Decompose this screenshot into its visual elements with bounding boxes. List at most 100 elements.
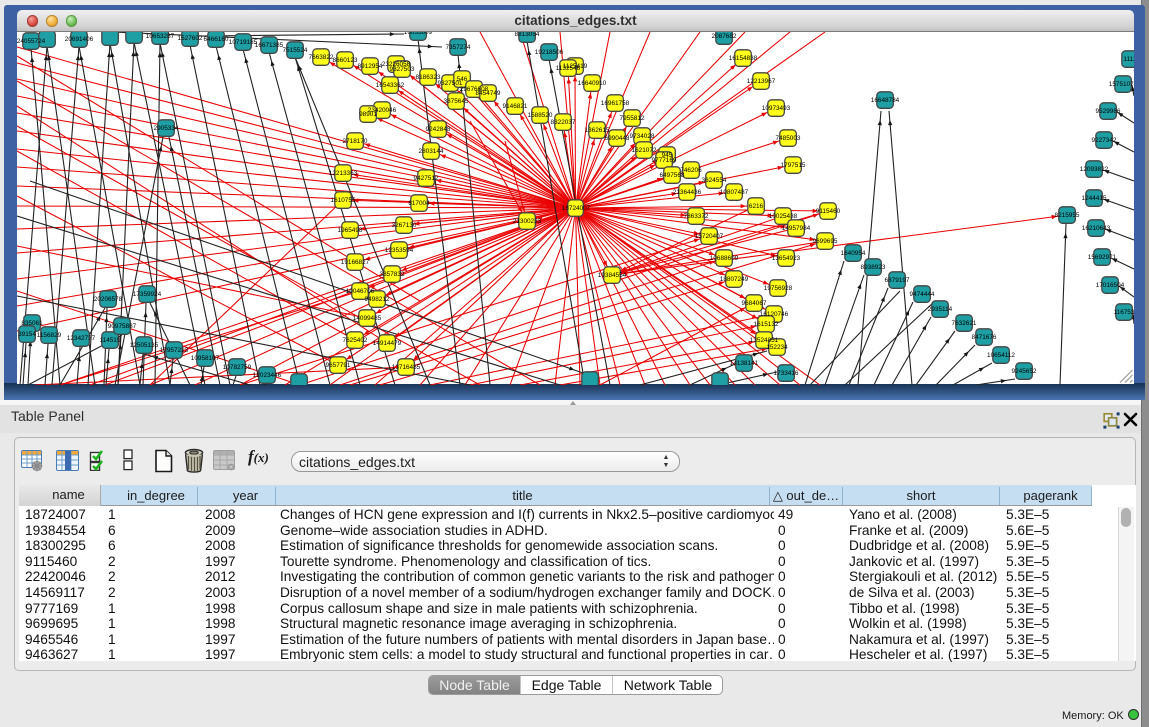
svg-text:9427512: 9427512 xyxy=(414,175,439,182)
svg-text:8471676: 8471676 xyxy=(972,334,997,341)
svg-text:16640910: 16640910 xyxy=(578,80,607,87)
svg-text:19218506: 19218506 xyxy=(535,49,564,56)
svg-text:10782759: 10782759 xyxy=(223,364,252,371)
svg-text:16120746: 16120746 xyxy=(760,311,789,318)
svg-text:12213363: 12213363 xyxy=(329,170,358,177)
svg-text:7515524: 7515524 xyxy=(283,47,308,54)
svg-text:1615132: 1615132 xyxy=(754,321,779,328)
svg-text:3624554: 3624554 xyxy=(702,177,727,184)
svg-text:1640954: 1640954 xyxy=(841,250,866,257)
svg-text:10654112: 10654112 xyxy=(987,352,1015,359)
svg-text:18724007: 18724007 xyxy=(562,205,591,212)
svg-text:8912954: 8912954 xyxy=(358,63,383,70)
svg-text:1610755: 1610755 xyxy=(331,197,356,204)
svg-text:16033809: 16033809 xyxy=(404,32,433,36)
svg-text:19384554: 19384554 xyxy=(598,272,627,279)
svg-text:9242848: 9242848 xyxy=(426,126,451,133)
svg-text:14957984: 14957984 xyxy=(782,225,811,232)
svg-text:13654923: 13654923 xyxy=(772,255,801,262)
svg-text:9777169: 9777169 xyxy=(652,157,677,164)
svg-text:12505135: 12505135 xyxy=(130,342,159,349)
svg-text:8660123: 8660123 xyxy=(333,57,358,64)
svg-text:1362615: 1362615 xyxy=(585,127,610,134)
svg-text:24055724: 24055724 xyxy=(17,38,46,45)
svg-text:7632621: 7632621 xyxy=(952,320,977,327)
svg-text:9474444: 9474444 xyxy=(910,291,935,298)
svg-text:7485003: 7485003 xyxy=(776,135,801,142)
svg-text:13716485: 13716485 xyxy=(392,364,421,371)
svg-text:90975887: 90975887 xyxy=(108,323,137,330)
svg-text:10973493: 10973493 xyxy=(762,105,791,112)
svg-text:546: 546 xyxy=(457,76,468,83)
svg-text:1965498: 1965498 xyxy=(338,227,363,234)
svg-text:9146821: 9146821 xyxy=(503,103,528,110)
svg-text:12353594: 12353594 xyxy=(385,247,414,254)
svg-text:8454749: 8454749 xyxy=(476,90,501,97)
svg-text:14914479: 14914479 xyxy=(373,340,402,347)
svg-text:2803144: 2803144 xyxy=(419,148,444,155)
svg-text:10958107: 10958107 xyxy=(191,355,220,362)
svg-text:6990448: 6990448 xyxy=(605,135,630,142)
svg-text:3875645: 3875645 xyxy=(444,98,469,105)
svg-text:17359924: 17359924 xyxy=(133,291,162,298)
svg-text:21364436: 21364436 xyxy=(673,189,702,196)
svg-text:1797515: 1797515 xyxy=(781,162,806,169)
svg-text:12213967: 12213967 xyxy=(747,78,776,85)
svg-text:746206: 746206 xyxy=(680,167,702,174)
svg-text:1112: 1112 xyxy=(1123,56,1134,63)
svg-text:16671385: 16671385 xyxy=(255,42,284,49)
svg-text:14138141: 14138141 xyxy=(730,360,759,367)
svg-text:8215955: 8215955 xyxy=(1055,212,1080,219)
svg-text:152234: 152234 xyxy=(766,344,788,351)
svg-text:20691406: 20691406 xyxy=(65,36,94,43)
svg-text:19756928: 19756928 xyxy=(764,285,793,292)
svg-text:12342737: 12342737 xyxy=(67,335,96,342)
svg-text:7863372: 7863372 xyxy=(684,213,709,220)
svg-text:98901: 98901 xyxy=(359,111,377,118)
svg-text:1132546: 1132546 xyxy=(556,65,581,72)
svg-text:114519: 114519 xyxy=(100,337,121,344)
svg-text:20206578: 20206578 xyxy=(94,296,123,303)
svg-text:10719185: 10719185 xyxy=(229,39,258,46)
svg-text:8938923: 8938923 xyxy=(861,264,886,271)
svg-text:9227342: 9227342 xyxy=(1092,137,1117,144)
svg-text:19166827: 19166827 xyxy=(341,259,370,266)
svg-text:9327503: 9327503 xyxy=(390,66,415,73)
svg-text:8813054: 8813054 xyxy=(515,32,540,38)
svg-text:15751074: 15751074 xyxy=(1109,81,1134,88)
svg-text:10046706: 10046706 xyxy=(346,288,375,295)
svg-text:1588520: 1588520 xyxy=(528,112,553,119)
svg-text:10807487: 10807487 xyxy=(720,189,749,196)
svg-text:7625402: 7625402 xyxy=(343,337,368,344)
svg-text:2718170: 2718170 xyxy=(343,138,368,145)
svg-text:3267130: 3267130 xyxy=(392,222,417,229)
svg-text:17016504: 17016504 xyxy=(1096,282,1125,289)
svg-text:16961758: 16961758 xyxy=(601,100,630,107)
svg-text:2905334: 2905334 xyxy=(154,125,179,132)
svg-text:21300233: 21300233 xyxy=(513,218,542,225)
svg-text:17957223: 17957223 xyxy=(160,347,189,354)
svg-text:6466160: 6466160 xyxy=(204,36,229,43)
svg-text:9734028: 9734028 xyxy=(630,133,655,140)
svg-text:1527602: 1527602 xyxy=(178,35,203,42)
svg-text:9498212: 9498212 xyxy=(365,296,390,303)
svg-text:12023446: 12023446 xyxy=(253,372,282,379)
svg-text:9529986: 9529986 xyxy=(1096,108,1121,115)
svg-text:9699695: 9699695 xyxy=(813,238,838,245)
svg-text:6879197: 6879197 xyxy=(885,277,910,284)
svg-text:15720407: 15720407 xyxy=(695,233,724,240)
svg-text:13524851: 13524851 xyxy=(750,337,779,344)
svg-text:1733416: 1733416 xyxy=(774,370,799,377)
svg-text:9684067: 9684067 xyxy=(742,300,767,307)
svg-text:2087682: 2087682 xyxy=(712,33,737,40)
svg-text:16154838: 16154838 xyxy=(729,55,758,62)
svg-text:1621072: 1621072 xyxy=(632,147,657,154)
svg-text:18807249: 18807249 xyxy=(720,276,749,283)
svg-text:14099485: 14099485 xyxy=(353,315,382,322)
svg-text:817004: 817004 xyxy=(408,200,430,207)
svg-text:6216: 6216 xyxy=(749,203,764,210)
svg-text:1244415: 1244415 xyxy=(1082,195,1107,202)
svg-text:9245652: 9245652 xyxy=(1012,368,1037,375)
svg-text:15692971: 15692971 xyxy=(1088,254,1117,261)
svg-text:7663822: 7663822 xyxy=(309,54,334,61)
